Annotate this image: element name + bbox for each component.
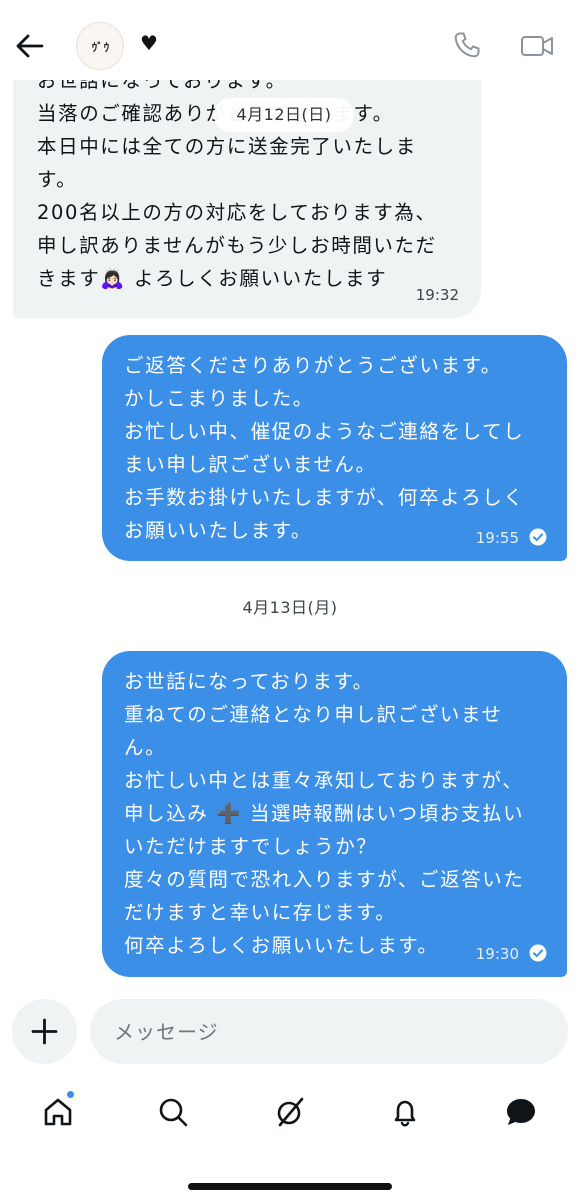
- outgoing-message-bubble[interactable]: お世話になっております。 重ねてのご連絡となり申し訳ございませ ん。 お忙しい中…: [102, 651, 567, 977]
- nav-messages[interactable]: [500, 1092, 540, 1132]
- notification-dot: [66, 1090, 75, 1099]
- search-icon: [159, 1098, 188, 1127]
- nav-search[interactable]: [153, 1092, 193, 1132]
- outgoing-message-bubble[interactable]: ご返答くださりありがとうございます。 かしこまりました。 お忙しい中、催促のよう…: [102, 335, 567, 561]
- outgoing-message-text: ご返答くださりありがとうございます。 かしこまりました。 お忙しい中、催促のよう…: [124, 354, 525, 542]
- notifications-icon: [394, 1100, 416, 1127]
- message-input[interactable]: [90, 999, 568, 1064]
- floating-date-pill: 4月12日(日): [214, 98, 354, 132]
- date-divider: 4月13日(月): [242, 598, 338, 617]
- outgoing-message-time: 19:55: [475, 529, 519, 547]
- back-arrow-icon[interactable]: [14, 30, 46, 62]
- grok-icon: [277, 1097, 304, 1127]
- phone-call-icon[interactable]: [452, 30, 482, 60]
- nav-notifications[interactable]: [385, 1092, 425, 1132]
- incoming-message-time: 19:32: [415, 286, 459, 304]
- video-call-icon[interactable]: [520, 32, 554, 60]
- outgoing-message-time: 19:30: [475, 945, 519, 963]
- plus-icon: [31, 1018, 58, 1045]
- conversation-header: ｳﾞｳ ♥: [0, 0, 580, 80]
- heart-icon: ♥: [140, 31, 158, 55]
- nav-grok[interactable]: [270, 1092, 310, 1132]
- home-indicator: [188, 1183, 392, 1190]
- nav-home[interactable]: [38, 1090, 78, 1132]
- read-check-icon: [529, 944, 547, 962]
- home-icon: [44, 1098, 72, 1126]
- avatar[interactable]: ｳﾞｳ: [76, 22, 124, 70]
- messages-icon: [507, 1099, 535, 1125]
- incoming-message-bubble[interactable]: お世話になっております。 当落のご確認ありがとうございます。 本日中には全ての方…: [13, 50, 481, 318]
- add-attachment-button[interactable]: [12, 999, 77, 1064]
- outgoing-message-text: お世話になっております。 重ねてのご連絡となり申し訳ございませ ん。 お忙しい中…: [124, 670, 525, 957]
- read-check-icon: [529, 528, 547, 546]
- avatar-image: ｳﾞｳ: [91, 41, 111, 54]
